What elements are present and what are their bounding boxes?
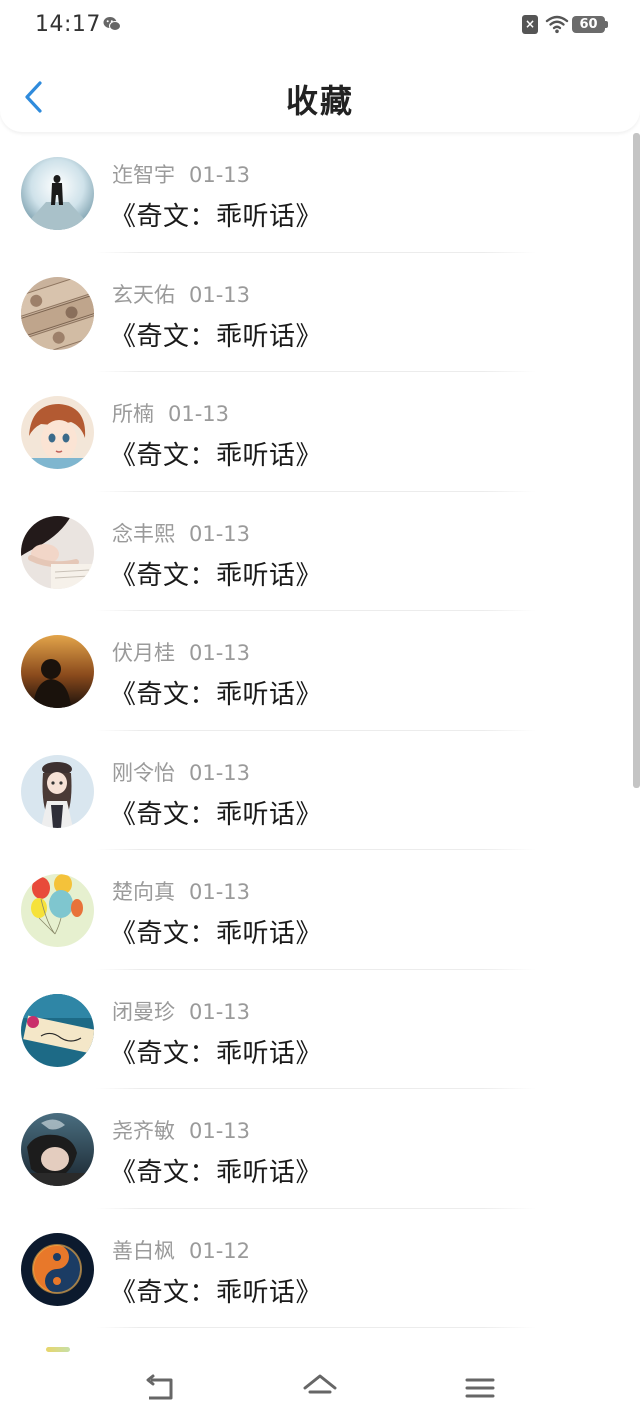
item-date: 01-13 [189, 641, 251, 665]
item-title: 《奇文：乖听话》 [110, 560, 323, 591]
list-item[interactable]: 所楠 01-13 《奇文：乖听话》 [0, 372, 632, 492]
author-name: 楚向真 [112, 880, 175, 904]
list-item[interactable]: 闭曼珍 01-13 《奇文：乖听话》 [0, 970, 632, 1089]
wechat-icon [103, 17, 121, 31]
nav-menu-icon[interactable] [462, 1372, 498, 1406]
item-date: 01-13 [168, 402, 230, 426]
item-date: 01-13 [189, 1119, 251, 1143]
balloons-avatar [21, 874, 94, 947]
author-meta: 善白枫 01-12 [112, 1235, 250, 1265]
nav-back-icon[interactable] [143, 1372, 179, 1406]
item-title: 《奇文：乖听话》 [110, 202, 323, 232]
author-name: 所楠 [112, 402, 154, 426]
list-item[interactable]: 尧齐敏 01-13 《奇文：乖听话》 [0, 1089, 632, 1209]
author-name: 伏月桂 [112, 641, 175, 665]
favorites-list: 迮智宇 01-13 《奇文：乖听话》 玄天佑 01-13 《奇文：乖听话》 所楠… [0, 133, 632, 1328]
author-name: 尧齐敏 [112, 1119, 175, 1143]
item-date: 01-13 [189, 282, 251, 307]
next-item-avatar-peek [46, 1347, 70, 1352]
list-item[interactable]: 迮智宇 01-13 《奇文：乖听话》 [0, 133, 632, 253]
list-item[interactable]: 玄天佑 01-13 《奇文：乖听话》 [0, 253, 632, 372]
wifi-icon [545, 15, 569, 34]
author-meta: 玄天佑 01-13 [112, 279, 250, 309]
author-meta: 伏月桂 01-13 [112, 637, 250, 667]
author-meta: 闭曼珍 01-13 [112, 996, 250, 1026]
item-date: 01-13 [189, 760, 251, 785]
item-title: 《奇文：乖听话》 [110, 1158, 323, 1188]
item-title: 《奇文：乖听话》 [110, 919, 323, 949]
item-date: 01-13 [189, 880, 251, 904]
item-date: 01-13 [189, 163, 251, 187]
list-item[interactable]: 刚令怡 01-13 《奇文：乖听话》 [0, 731, 632, 850]
item-date: 01-12 [189, 1238, 251, 1263]
scrollbar[interactable] [633, 133, 640, 788]
item-title: 《奇文：乖听话》 [110, 321, 323, 352]
nav-home-icon[interactable] [302, 1372, 338, 1406]
author-meta: 刚令怡 01-13 [112, 757, 250, 787]
sim-off-icon: × [522, 15, 538, 34]
status-time: 14:17 [35, 12, 101, 37]
item-title: 《奇文：乖听话》 [110, 799, 323, 830]
sunset-silhouette-avatar [21, 635, 94, 708]
page-title: 收藏 [285, 82, 354, 120]
author-name: 念丰熙 [112, 521, 175, 546]
system-nav-bar [0, 1352, 640, 1427]
item-date: 01-13 [189, 999, 251, 1024]
author-name: 玄天佑 [112, 282, 175, 307]
item-title: 《奇文：乖听话》 [110, 1277, 323, 1308]
sleeping-girl-avatar [21, 515, 94, 589]
list-item[interactable]: 伏月桂 01-13 《奇文：乖听话》 [0, 611, 632, 731]
yin-yang-fire-avatar [21, 1232, 94, 1306]
author-meta: 楚向真 01-13 [112, 876, 250, 906]
cartoon-girl-avatar [21, 754, 94, 828]
list-item[interactable]: 楚向真 01-13 《奇文：乖听话》 [0, 850, 632, 970]
list-item[interactable]: 念丰熙 01-13 《奇文：乖听话》 [0, 492, 632, 611]
love-note-avatar [21, 993, 94, 1067]
author-name: 善白枫 [112, 1238, 175, 1263]
author-meta: 念丰熙 01-13 [112, 518, 250, 548]
favorites-screen: 14:17 × 60 收藏 迮智宇 01-13 《奇文：乖听话》 玄天佑 01-… [0, 0, 640, 1427]
author-meta: 所楠 01-13 [112, 398, 229, 428]
item-title: 《奇文：乖听话》 [110, 1038, 323, 1069]
item-title: 《奇文：乖听话》 [110, 441, 323, 471]
status-bar: 14:17 × 60 [0, 0, 640, 50]
header: 14:17 × 60 收藏 [0, 0, 640, 132]
divider [96, 1327, 536, 1328]
author-name: 闭曼珍 [112, 999, 175, 1024]
banknotes-avatar [21, 276, 94, 350]
author-name: 迮智宇 [112, 163, 175, 187]
list-item[interactable]: 善白枫 01-12 《奇文：乖听话》 [0, 1209, 632, 1328]
anime-girl-avatar [21, 396, 94, 469]
item-date: 01-13 [189, 521, 251, 546]
smoking-boy-avatar [21, 1113, 94, 1186]
battery-indicator: 60 [572, 16, 608, 33]
author-meta: 迮智宇 01-13 [112, 159, 250, 189]
author-name: 刚令怡 [112, 760, 175, 785]
author-meta: 尧齐敏 01-13 [112, 1115, 250, 1145]
item-title: 《奇文：乖听话》 [110, 680, 323, 710]
silhouette-tunnel-avatar [21, 157, 94, 230]
